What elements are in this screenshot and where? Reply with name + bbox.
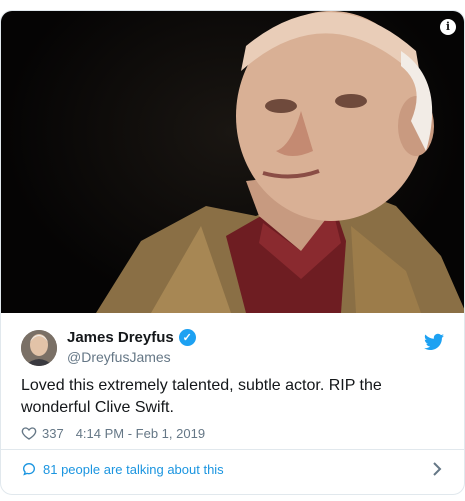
chevron-right-icon xyxy=(433,462,442,476)
tweet-header: James Dreyfus ✓ @DreyfusJames xyxy=(1,313,464,371)
tweet-timestamp[interactable]: 4:14 PM - Feb 1, 2019 xyxy=(76,426,205,441)
info-icon[interactable]: i xyxy=(440,19,456,35)
reply-bubble-icon xyxy=(22,462,36,476)
conversation-link[interactable]: 81 people are talking about this xyxy=(1,450,464,486)
verified-badge-icon: ✓ xyxy=(178,329,196,346)
name-row: James Dreyfus ✓ xyxy=(67,329,196,346)
avatar[interactable] xyxy=(21,330,57,366)
tweet-media-photo[interactable]: i xyxy=(1,11,464,313)
display-name[interactable]: James Dreyfus xyxy=(67,329,174,346)
twitter-bird-icon[interactable] xyxy=(424,333,444,351)
tweet-meta: 337 4:14 PM - Feb 1, 2019 xyxy=(21,425,205,441)
avatar-image xyxy=(21,330,57,366)
talking-about-text[interactable]: 81 people are talking about this xyxy=(43,462,224,477)
tweet-text: Loved this extremely talented, subtle ac… xyxy=(21,377,382,416)
user-handle[interactable]: @DreyfusJames xyxy=(67,349,171,365)
photo-illustration xyxy=(96,11,464,313)
like-count[interactable]: 337 xyxy=(42,426,64,441)
embedded-tweet-card: i James Dreyfus ✓ @DreyfusJames Loved th… xyxy=(0,10,465,495)
heart-icon[interactable] xyxy=(21,425,37,441)
